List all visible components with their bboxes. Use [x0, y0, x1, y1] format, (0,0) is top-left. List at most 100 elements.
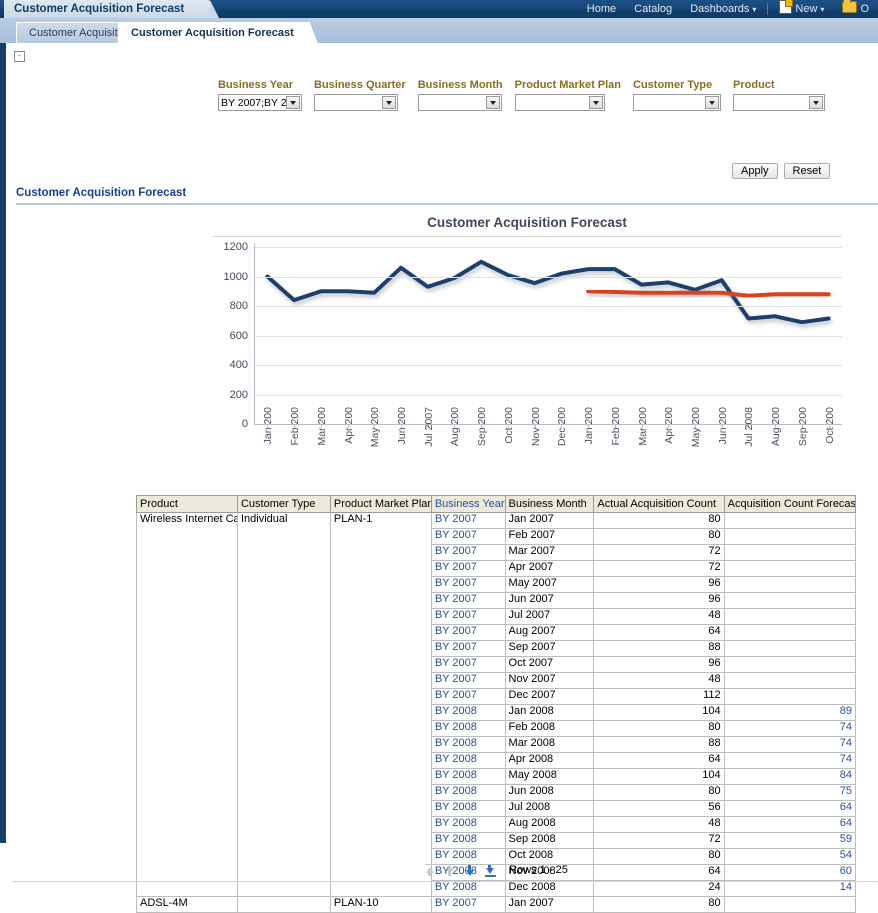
prompt-label: Customer Type [633, 79, 721, 91]
cell-business-year[interactable]: BY 2008 [431, 881, 505, 897]
cell-business-year[interactable]: BY 2008 [431, 753, 505, 769]
cell-business-year[interactable]: BY 2007 [431, 545, 505, 561]
chart-x-axis-tick: Mar 200 [637, 407, 649, 446]
cell-business-year[interactable]: BY 2007 [431, 561, 505, 577]
nav-item-o[interactable]: O [833, 0, 878, 18]
acquisition-detail-table: ProductCustomer TypeProduct Market PlanB… [136, 495, 856, 913]
top-header-bar: Customer Acquisition Forecast HomeCatalo… [0, 0, 878, 18]
cell-business-month: Nov 2007 [505, 673, 594, 689]
cell-market-plan: PLAN-1 [330, 513, 431, 897]
nav-item-catalog[interactable]: Catalog [625, 0, 681, 18]
last-page-icon[interactable] [484, 864, 497, 877]
table-header-row: ProductCustomer TypeProduct Market PlanB… [137, 496, 856, 513]
column-header-business-year[interactable]: Business Year [431, 496, 505, 513]
cell-business-year[interactable]: BY 2008 [431, 769, 505, 785]
chevron-down-icon[interactable] [705, 96, 719, 109]
cell-acquisition-count-forecast: 64 [724, 801, 855, 817]
cell-business-month: Dec 2007 [505, 689, 594, 705]
cell-actual-acquisition-count: 88 [594, 737, 724, 753]
cell-business-year[interactable]: BY 2008 [431, 737, 505, 753]
cell-business-year[interactable]: BY 2008 [431, 817, 505, 833]
cell-business-year[interactable]: BY 2007 [431, 689, 505, 705]
cell-actual-acquisition-count: 104 [594, 769, 724, 785]
chart-x-axis-tick: Aug 200 [770, 407, 782, 446]
cell-actual-acquisition-count: 72 [594, 561, 724, 577]
nav-separator [767, 3, 768, 15]
prompt-select-business-month[interactable] [418, 94, 502, 111]
cell-actual-acquisition-count: 112 [594, 689, 724, 705]
chevron-down-icon[interactable] [286, 96, 300, 109]
column-header-actual-acquisition-count[interactable]: Actual Acquisition Count [594, 496, 724, 513]
prompt-button-row: Apply Reset [732, 163, 830, 179]
column-header-customer-type[interactable]: Customer Type [237, 496, 330, 513]
column-header-acquisition-count-forecast[interactable]: Acquisition Count Forecast [724, 496, 855, 513]
column-header-product-market-plan[interactable]: Product Market Plan [330, 496, 431, 513]
previous-page-icon[interactable] [444, 864, 457, 877]
chevron-down-icon[interactable] [486, 96, 500, 109]
cell-business-month: Apr 2007 [505, 561, 594, 577]
chevron-down-icon[interactable] [382, 96, 396, 109]
cell-business-year[interactable]: BY 2007 [431, 897, 505, 913]
cell-actual-acquisition-count: 80 [594, 897, 724, 913]
column-header-product[interactable]: Product [137, 496, 238, 513]
cell-business-year[interactable]: BY 2007 [431, 673, 505, 689]
prompt-select-product[interactable] [733, 94, 825, 111]
chart-x-axis-tick: Feb 200 [289, 407, 301, 446]
cell-business-month: Sep 2007 [505, 641, 594, 657]
cell-business-year[interactable]: BY 2007 [431, 641, 505, 657]
column-header-business-month[interactable]: Business Month [505, 496, 594, 513]
collapse-section-icon[interactable]: - [14, 51, 25, 62]
prompt-select-business-year[interactable]: BY 2007;BY 200 [218, 94, 302, 111]
prompt-select-business-quarter[interactable] [314, 94, 398, 111]
chart-x-axis-tick: Jan 200 [262, 407, 274, 444]
chart-x-axis-tick: Mar 200 [316, 407, 328, 446]
reset-button[interactable]: Reset [784, 163, 831, 179]
cell-business-year[interactable]: BY 2008 [431, 833, 505, 849]
cell-actual-acquisition-count: 72 [594, 833, 724, 849]
cell-acquisition-count-forecast [724, 897, 855, 913]
cell-business-year[interactable]: BY 2007 [431, 513, 505, 529]
cell-acquisition-count-forecast [724, 641, 855, 657]
cell-acquisition-count-forecast: 75 [724, 785, 855, 801]
chevron-down-icon: ▾ [820, 5, 824, 14]
apply-button[interactable]: Apply [732, 163, 778, 179]
chevron-down-icon[interactable] [809, 96, 823, 109]
cell-business-year[interactable]: BY 2008 [431, 721, 505, 737]
tab-customer-acquisition-forecast[interactable]: Customer Acquisition Forecast [118, 22, 310, 44]
prompt-select-product-market-plan[interactable] [515, 94, 605, 111]
cell-business-year[interactable]: BY 2008 [431, 705, 505, 721]
cell-business-month: Aug 2007 [505, 625, 594, 641]
prompt-business-month: Business Month [418, 79, 503, 111]
cell-business-year[interactable]: BY 2007 [431, 529, 505, 545]
chart-x-axis-tick: Jun 200 [717, 407, 729, 444]
cell-business-year[interactable]: BY 2007 [431, 625, 505, 641]
prompt-label: Business Year [218, 79, 302, 91]
cell-business-month: Jan 2008 [505, 705, 594, 721]
filter-prompt-bar: Business YearBY 2007;BY 200Business Quar… [218, 79, 837, 111]
cell-business-year[interactable]: BY 2008 [431, 785, 505, 801]
cell-business-year[interactable]: BY 2008 [431, 801, 505, 817]
tab-label: Customer Acquisition Forecast [131, 27, 294, 39]
nav-item-home[interactable]: Home [578, 0, 625, 18]
nav-item-new[interactable]: New▾ [770, 0, 833, 19]
cell-business-year[interactable]: BY 2007 [431, 593, 505, 609]
cell-business-year[interactable]: BY 2007 [431, 577, 505, 593]
cell-actual-acquisition-count: 24 [594, 881, 724, 897]
chart-x-axis-tick: Nov 200 [530, 407, 542, 446]
chevron-down-icon[interactable] [589, 96, 603, 109]
first-page-icon[interactable] [424, 864, 437, 877]
cell-actual-acquisition-count: 48 [594, 817, 724, 833]
nav-item-label: Catalog [634, 3, 672, 15]
cell-actual-acquisition-count: 72 [594, 545, 724, 561]
cell-actual-acquisition-count: 56 [594, 801, 724, 817]
cell-business-year[interactable]: BY 2007 [431, 657, 505, 673]
prompt-select-customer-type[interactable] [633, 94, 721, 111]
nav-item-label: Home [587, 3, 616, 15]
cell-acquisition-count-forecast: 74 [724, 737, 855, 753]
cell-acquisition-count-forecast [724, 529, 855, 545]
next-page-icon[interactable] [464, 864, 477, 877]
cell-business-year[interactable]: BY 2007 [431, 609, 505, 625]
chart-y-axis-tick: 1200 [212, 241, 248, 253]
nav-item-dashboards[interactable]: Dashboards▾ [681, 0, 765, 19]
cell-business-month: Jan 2007 [505, 897, 594, 913]
